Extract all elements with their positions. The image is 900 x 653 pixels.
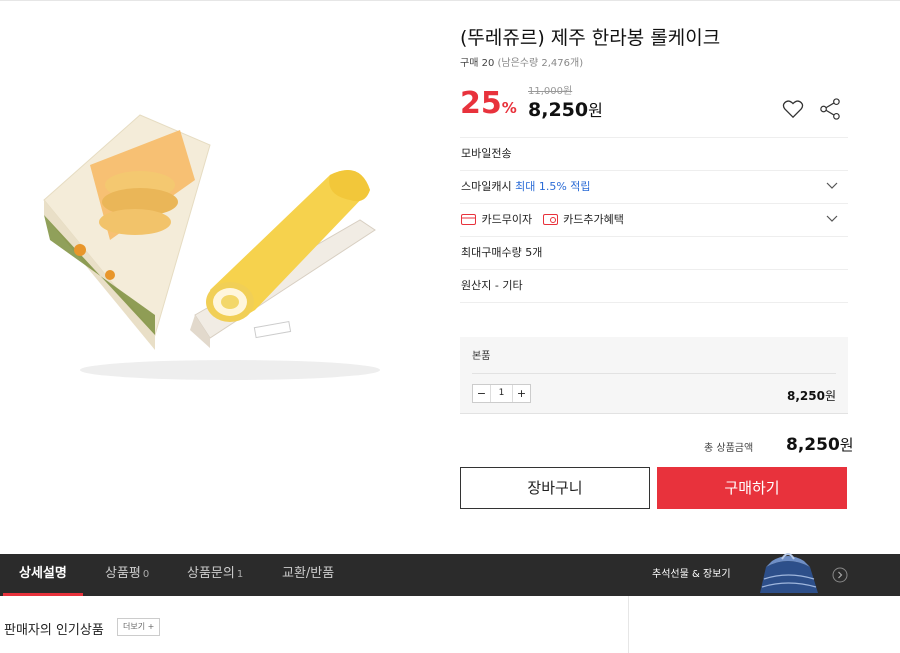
delivery-row: 모바일전송 — [460, 138, 848, 171]
price-row: 25% 11,000원 8,250원 — [460, 79, 848, 127]
max-purchase-row: 최대구매수량 5개 — [460, 237, 848, 270]
tab-reviews[interactable]: 상품평 0 — [105, 554, 149, 596]
original-price: 11,000원 — [528, 86, 573, 97]
card-installment-label: 카드무이자 — [481, 213, 533, 226]
origin-row: 원산지 - 기타 — [460, 270, 848, 303]
purchase-count-value: 구매 20 — [460, 58, 495, 69]
total-price-value: 8,250 — [786, 435, 840, 455]
smilecash-row[interactable]: 스마일캐시 최대 1.5% 적립 — [460, 171, 848, 204]
share-icon[interactable] — [819, 98, 841, 120]
smilecash-benefit: 최대 1.5% 적립 — [515, 180, 591, 193]
tab-description[interactable]: 상세설명 — [3, 554, 83, 596]
smilecash-label: 스마일캐시 — [461, 180, 512, 193]
heart-icon[interactable] — [782, 99, 804, 119]
section-divider — [628, 596, 629, 653]
promo-text[interactable]: 추석선물 & 장보기 — [652, 554, 731, 596]
sale-price: 8,250원 — [528, 97, 603, 121]
sale-price-value: 8,250 — [528, 99, 589, 121]
card-plus-icon — [542, 213, 558, 225]
card-icon — [461, 213, 476, 225]
chevron-down-icon[interactable] — [826, 215, 838, 223]
selected-option: 본품 − 1 + 8,250원 — [460, 337, 848, 414]
discount-unit: % — [501, 99, 517, 117]
tab-questions-count: 1 — [236, 569, 244, 580]
tab-reviews-label: 상품평 — [105, 566, 141, 581]
tab-reviews-count: 0 — [142, 569, 150, 580]
tab-exchange-label: 교환/반품 — [282, 566, 335, 581]
quantity-input[interactable]: 1 — [491, 385, 512, 402]
total-price: 8,250원 — [786, 434, 854, 455]
tab-questions[interactable]: 상품문의 1 — [187, 554, 243, 596]
sale-price-unit: 원 — [588, 101, 603, 120]
total-price-unit: 원 — [839, 436, 854, 454]
option-name: 본품 — [472, 351, 491, 362]
popular-products-title: 판매자의 인기상품 — [4, 623, 104, 638]
cart-button[interactable]: 장바구니 — [460, 467, 650, 509]
card-benefit-row[interactable]: 카드무이자 카드추가혜택 — [460, 204, 848, 237]
buy-button[interactable]: 구매하기 — [657, 467, 847, 509]
delivery-label: 모바일전송 — [461, 147, 512, 160]
card-benefit-label: 카드추가혜택 — [563, 213, 624, 226]
tab-exchange[interactable]: 교환/반품 — [282, 554, 334, 596]
promo-gift-image[interactable] — [752, 549, 824, 596]
increase-button[interactable]: + — [512, 385, 530, 402]
quantity-stepper: − 1 + — [472, 384, 531, 403]
tab-description-label: 상세설명 — [19, 566, 67, 581]
chevron-down-icon[interactable] — [826, 182, 838, 190]
tab-questions-label: 상품문의 — [187, 566, 235, 581]
product-title: (뚜레쥬르) 제주 한라봉 롤케이크 — [460, 27, 721, 49]
option-price-unit: 원 — [824, 389, 836, 403]
origin-label: 원산지 - 기타 — [461, 279, 523, 292]
option-price: 8,250원 — [787, 387, 836, 404]
option-divider — [472, 373, 836, 374]
detail-tab-bar: 상세설명 상품평 0 상품문의 1 교환/반품 추석선물 & 장보기 — [0, 553, 900, 596]
info-rows: 모바일전송 스마일캐시 최대 1.5% 적립 카드무이자 카드추가혜택 최대구매… — [460, 137, 848, 303]
more-button[interactable]: 더보기 + — [117, 618, 161, 636]
product-info: (뚜레쥬르) 제주 한라봉 롤케이크 구매 20 (남은수량 2,476개) 2… — [460, 24, 848, 303]
total-label: 총 상품금액 — [704, 443, 754, 454]
remaining-quantity: (남은수량 2,476개) — [497, 58, 584, 69]
option-price-value: 8,250 — [786, 389, 825, 403]
top-border — [0, 0, 900, 4]
decrease-button[interactable]: − — [473, 385, 491, 402]
promo-next-icon[interactable] — [832, 567, 848, 583]
product-image — [43, 114, 380, 380]
purchase-count: 구매 20 (남은수량 2,476개) — [460, 54, 848, 69]
max-purchase-label: 최대구매수량 5개 — [461, 246, 543, 259]
discount-rate: 25% — [460, 87, 517, 125]
discount-value: 25 — [460, 86, 502, 121]
